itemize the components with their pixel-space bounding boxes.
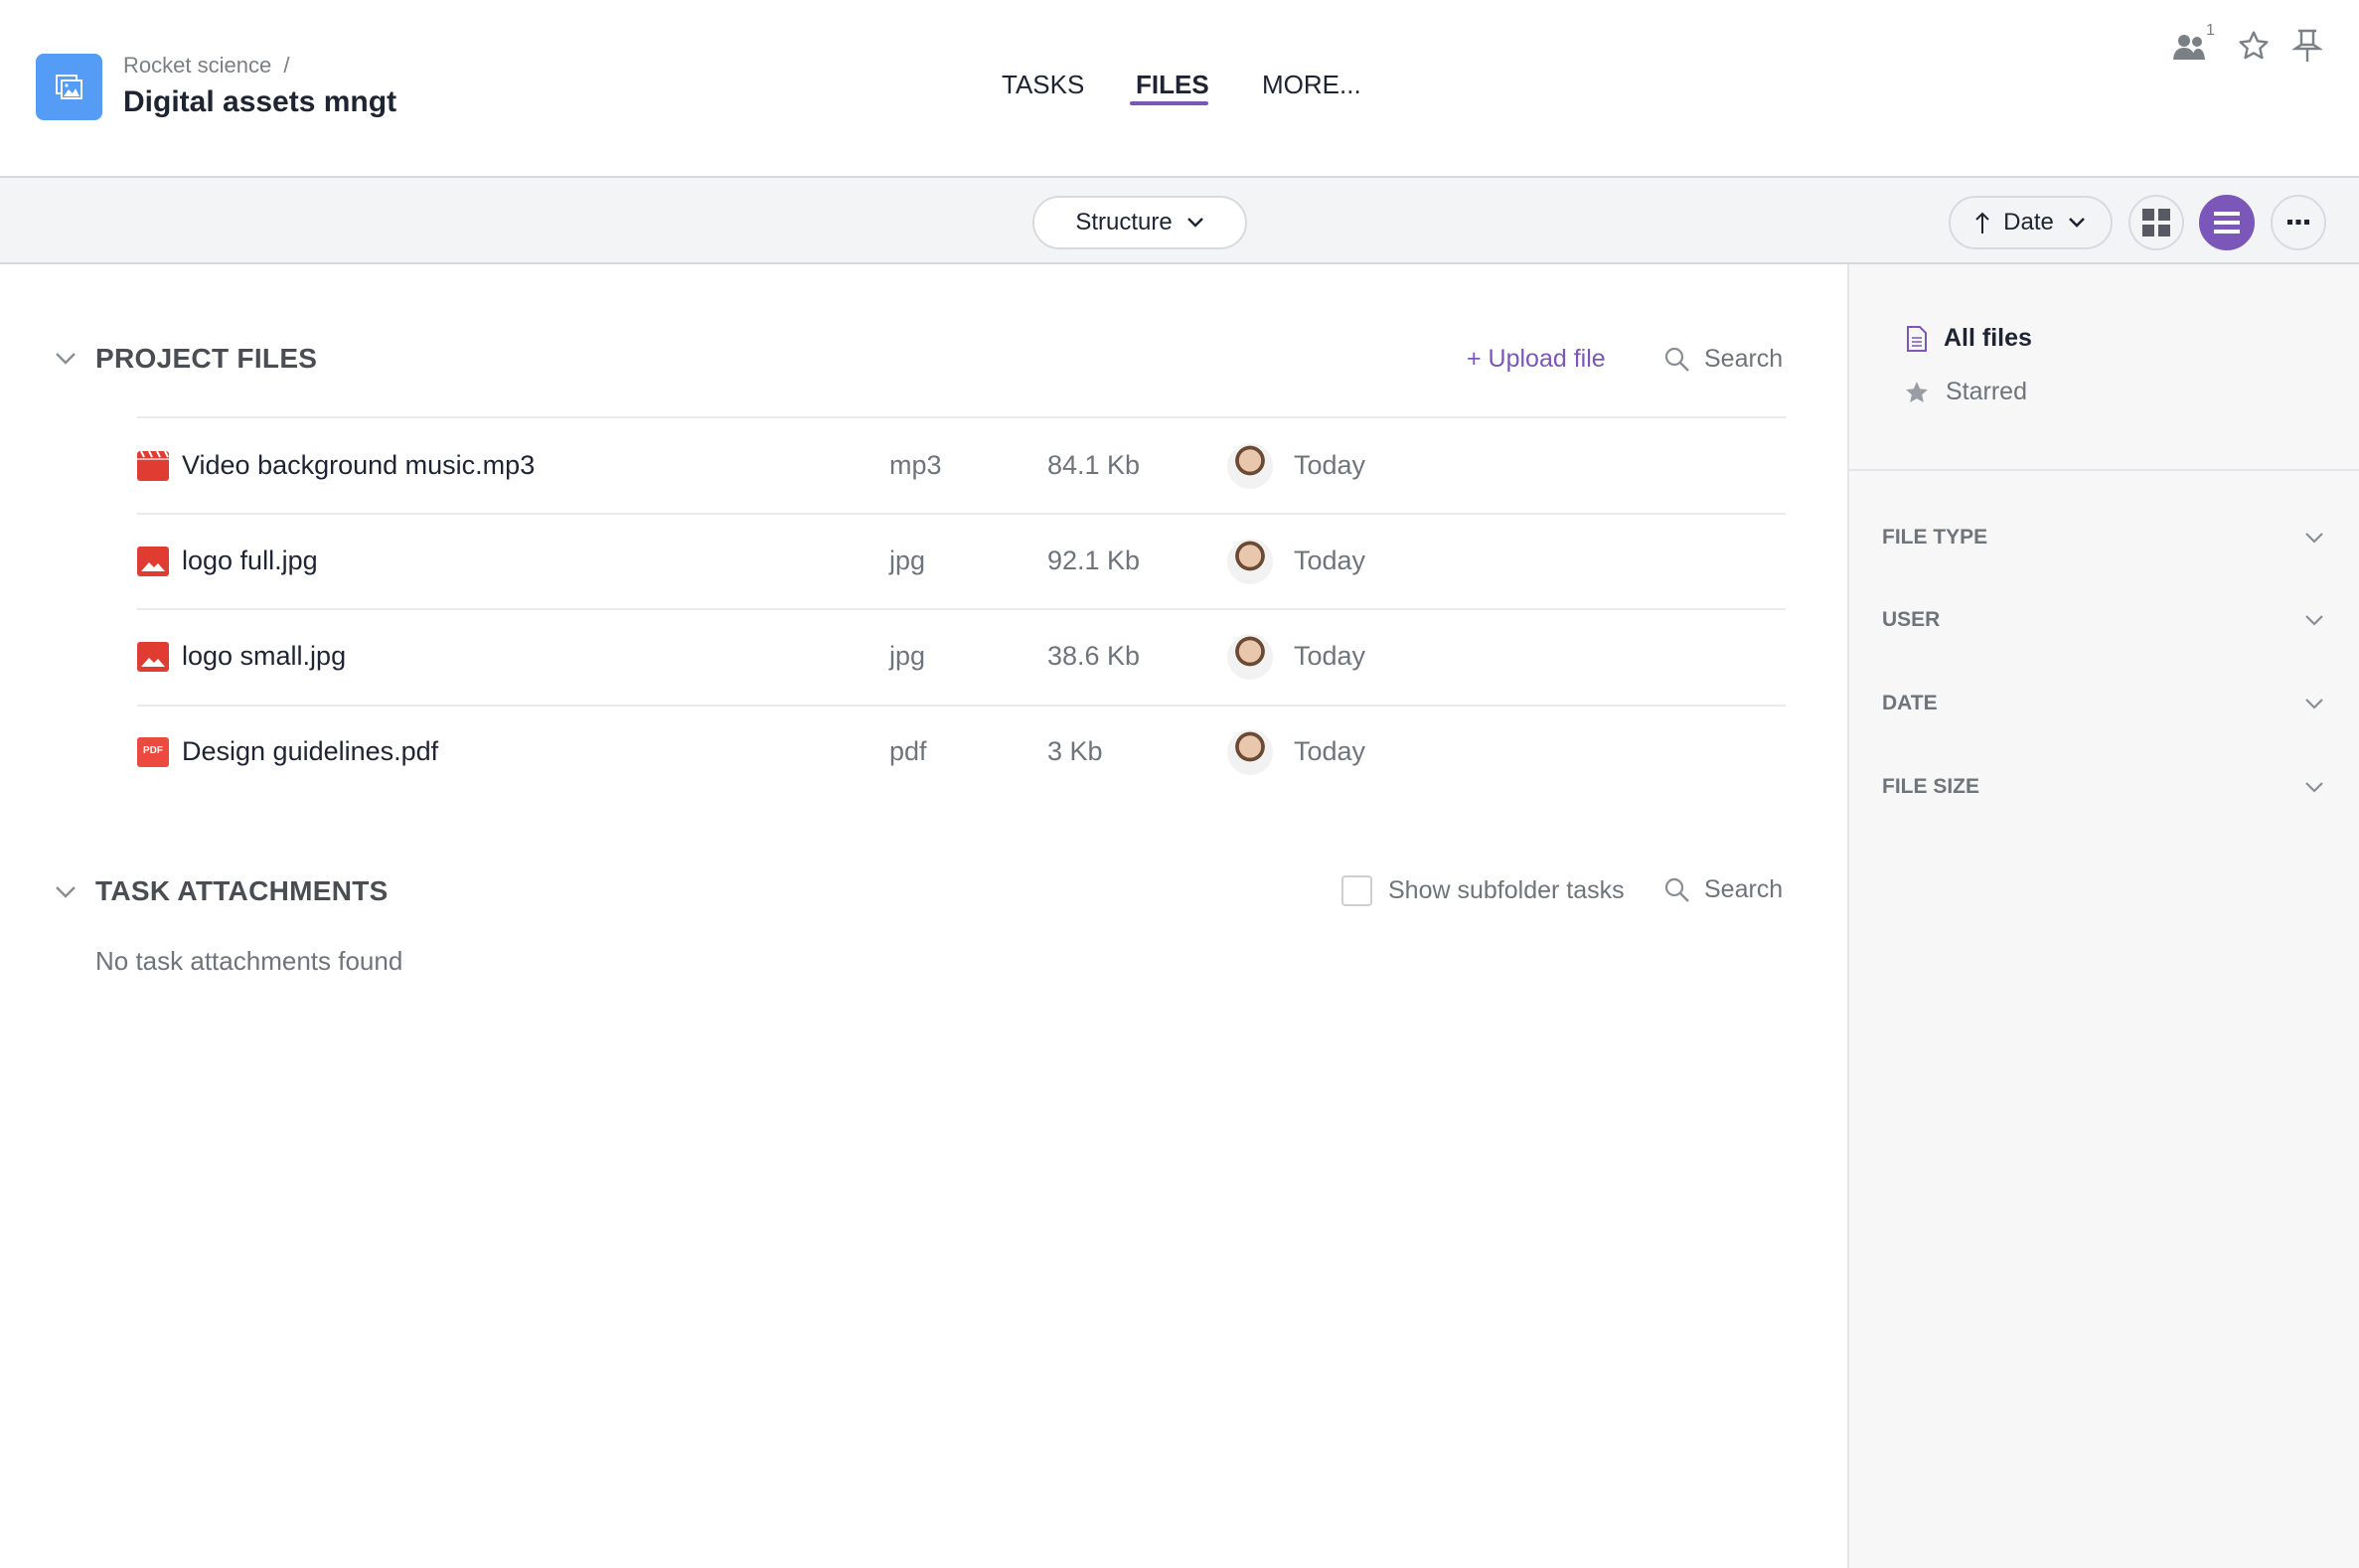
task-attachments-heading: TASK ATTACHMENTS [95, 875, 389, 906]
page-title: Digital assets mngt [123, 85, 397, 118]
row-divider [137, 416, 1786, 418]
file-type: mp3 [889, 450, 942, 480]
file-date: Today [1294, 546, 1366, 575]
grid-icon [2142, 209, 2170, 236]
pin-button[interactable] [2289, 28, 2325, 64]
tab-tasks[interactable]: TASKS [1002, 70, 1084, 100]
empty-attachments-message: No task attachments found [95, 946, 403, 976]
avatar [1227, 729, 1273, 775]
subfolder-checkbox[interactable] [1341, 875, 1372, 906]
image-file-icon [137, 547, 169, 576]
file-date: Today [1294, 641, 1366, 671]
members-count: 1 [2206, 22, 2215, 39]
file-type: jpg [889, 546, 926, 575]
tab-files[interactable]: FILES [1136, 70, 1209, 100]
project-files-heading: PROJECT FILES [95, 343, 318, 374]
file-date: Today [1294, 736, 1366, 766]
sidebar-item-starred[interactable]: Starred [1904, 378, 2027, 406]
tab-more[interactable]: MORE... [1262, 70, 1361, 100]
chevron-down-icon [2305, 782, 2323, 793]
more-options-button[interactable] [2271, 195, 2326, 250]
breadcrumb-separator: / [283, 53, 290, 78]
file-name[interactable]: Design guidelines.pdf [182, 736, 438, 767]
members-button[interactable]: 1 [2172, 22, 2215, 64]
document-icon [1907, 325, 1927, 352]
upload-file-button[interactable]: + Upload file [1467, 345, 1606, 374]
search-icon [1664, 877, 1689, 902]
filter-user[interactable]: USER [1882, 608, 2324, 632]
sidebar-item-label: All files [1944, 324, 2032, 352]
grid-view-button[interactable] [2128, 195, 2184, 250]
file-size: 92.1 Kb [1047, 546, 1141, 575]
structure-dropdown[interactable]: Structure [1032, 196, 1247, 249]
active-tab-indicator [1130, 101, 1208, 105]
row-divider [137, 513, 1786, 515]
filter-label: USER [1882, 608, 1941, 631]
image-file-icon [137, 642, 169, 672]
project-logo-icon [36, 54, 102, 120]
search-label: Search [1704, 345, 1784, 373]
structure-label: Structure [1075, 209, 1173, 235]
video-file-icon [137, 450, 169, 481]
collapse-task-attachments-icon[interactable] [55, 885, 77, 899]
members-icon [2173, 35, 2205, 60]
chevron-down-icon [1186, 218, 1203, 228]
pdf-label: PDF [143, 745, 163, 756]
file-name[interactable]: Video background music.mp3 [182, 450, 535, 481]
chevron-down-icon [2068, 218, 2085, 228]
sidebar-divider [1849, 469, 2359, 471]
project-files-search[interactable]: Search [1664, 345, 1783, 374]
show-subfolder-tasks-toggle[interactable]: Show subfolder tasks [1341, 875, 1625, 906]
file-size: 3 Kb [1047, 736, 1103, 766]
filters-sidebar [1847, 264, 2359, 1568]
sort-label: Date [2003, 209, 2054, 235]
file-size: 38.6 Kb [1047, 641, 1141, 671]
sort-dropdown[interactable]: Date [1949, 196, 2113, 249]
avatar [1227, 539, 1273, 584]
star-icon [1906, 381, 1928, 402]
header: Rocket science / Digital assets mngt TAS… [0, 0, 2359, 178]
file-type: jpg [889, 641, 926, 671]
row-divider [137, 705, 1786, 706]
avatar [1227, 634, 1273, 680]
filter-file-type[interactable]: FILE TYPE [1882, 526, 2324, 549]
toolbar: Structure Date [0, 178, 2359, 264]
checkbox-label: Show subfolder tasks [1388, 876, 1625, 904]
filter-file-size[interactable]: FILE SIZE [1882, 775, 2324, 799]
sidebar-item-all-files[interactable]: All files [1906, 324, 2032, 353]
file-name[interactable]: logo full.jpg [182, 546, 318, 576]
collapse-project-files-icon[interactable] [55, 352, 77, 366]
arrow-up-icon [1975, 212, 1989, 234]
pdf-file-icon: PDF [137, 737, 169, 767]
ellipsis-icon [2287, 220, 2309, 225]
breadcrumb-link[interactable]: Rocket science [123, 53, 271, 78]
avatar [1227, 443, 1273, 489]
file-type: pdf [889, 736, 927, 766]
filter-label: DATE [1882, 692, 1938, 714]
star-icon [2239, 31, 2269, 60]
file-date: Today [1294, 450, 1366, 480]
list-icon [2214, 212, 2240, 234]
filter-label: FILE TYPE [1882, 526, 1988, 549]
row-divider [137, 608, 1786, 610]
file-size: 84.1 Kb [1047, 450, 1141, 480]
file-name[interactable]: logo small.jpg [182, 641, 346, 672]
pin-icon [2292, 29, 2322, 62]
breadcrumb[interactable]: Rocket science / [123, 53, 290, 78]
chevron-down-icon [2305, 615, 2323, 626]
filter-label: FILE SIZE [1882, 775, 1980, 798]
search-label: Search [1704, 875, 1784, 903]
list-view-button[interactable] [2199, 195, 2255, 250]
task-attachments-search[interactable]: Search [1664, 875, 1783, 904]
chevron-down-icon [2305, 533, 2323, 544]
sidebar-item-label: Starred [1946, 378, 2027, 405]
search-icon [1664, 347, 1689, 372]
chevron-down-icon [2305, 699, 2323, 709]
filter-date[interactable]: DATE [1882, 692, 2324, 715]
star-button[interactable] [2236, 28, 2272, 64]
